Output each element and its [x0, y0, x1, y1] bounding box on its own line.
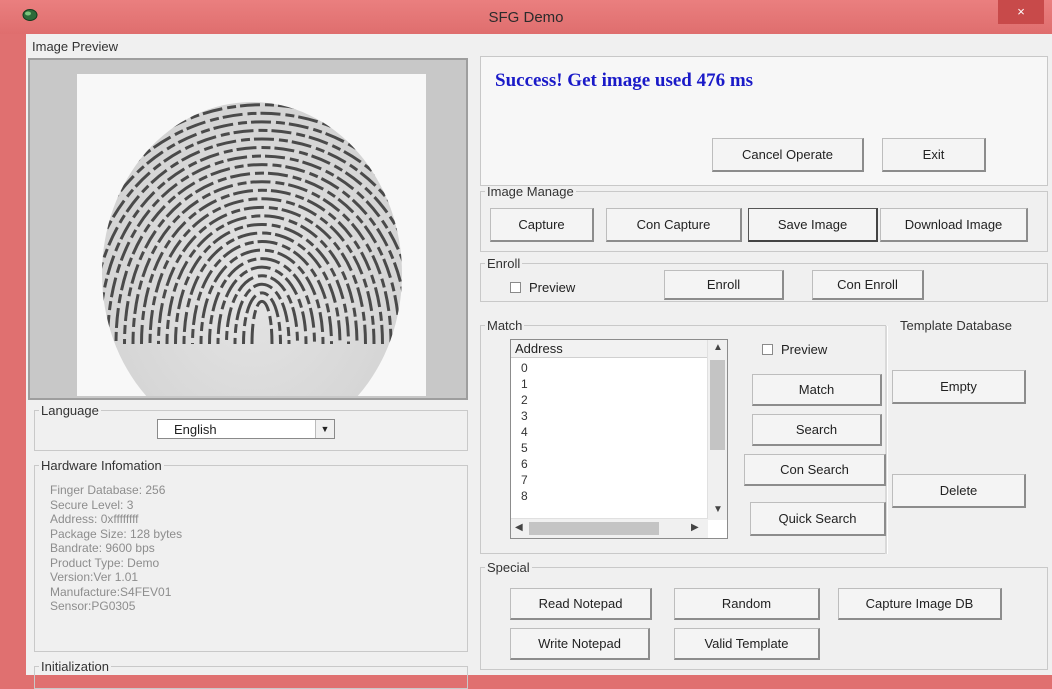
close-button[interactable]: × — [998, 0, 1044, 24]
list-item[interactable]: 5 — [521, 440, 701, 456]
list-item[interactable]: 7 — [521, 472, 701, 488]
enroll-preview-label: Preview — [529, 280, 576, 295]
template-database-group: Template Database — [886, 318, 1050, 554]
scroll-thumb[interactable] — [529, 522, 659, 535]
list-item[interactable]: 8 — [521, 488, 701, 504]
chevron-down-icon[interactable]: ▼ — [315, 420, 334, 438]
scroll-left-icon[interactable]: ◀ — [515, 522, 523, 533]
checkbox-box[interactable] — [510, 282, 521, 293]
cancel-operate-button[interactable]: Cancel Operate — [712, 138, 864, 172]
match-preview-checkbox[interactable]: Preview — [762, 342, 827, 357]
address-list-header[interactable]: Address — [511, 340, 708, 358]
write-notepad-button[interactable]: Write Notepad — [510, 628, 650, 660]
read-notepad-button[interactable]: Read Notepad — [510, 588, 652, 620]
scroll-down-icon[interactable]: ▼ — [713, 504, 723, 515]
empty-button[interactable]: Empty — [892, 370, 1026, 404]
language-select-value: English — [174, 422, 217, 437]
horizontal-scrollbar[interactable]: ◀ ▶ — [511, 518, 708, 538]
language-group-title: Language — [41, 403, 99, 418]
save-image-button[interactable]: Save Image — [748, 208, 878, 242]
hardware-info-line: Secure Level: 3 — [50, 497, 134, 512]
con-search-button[interactable]: Con Search — [744, 454, 886, 486]
address-list-items: 0 1 2 3 4 5 6 7 8 — [521, 360, 701, 516]
exit-button[interactable]: Exit — [882, 138, 986, 172]
hardware-info-line: Manufacture:S4FEV01 — [50, 584, 172, 599]
image-preview-label: Image Preview — [32, 39, 118, 54]
hardware-info-list: Finger Database: 256 Secure Level: 3 Add… — [50, 483, 182, 614]
con-capture-button[interactable]: Con Capture — [606, 208, 742, 242]
list-item[interactable]: 3 — [521, 408, 701, 424]
hardware-info-line: Sensor:PG0305 — [50, 599, 136, 613]
list-item[interactable]: 6 — [521, 456, 701, 472]
checkbox-box[interactable] — [762, 344, 773, 355]
list-item[interactable]: 2 — [521, 392, 701, 408]
quick-search-button[interactable]: Quick Search — [750, 502, 886, 536]
search-button[interactable]: Search — [752, 414, 882, 446]
fingerprint-image — [77, 74, 426, 446]
list-item[interactable]: 0 — [521, 360, 701, 376]
capture-image-db-button[interactable]: Capture Image DB — [838, 588, 1002, 620]
scroll-thumb[interactable] — [710, 360, 725, 450]
enroll-title: Enroll — [487, 256, 521, 271]
main-window: Image Preview Language English ▼ Hardwar… — [26, 34, 1052, 689]
title-bar: SFG Demo × — [0, 0, 1052, 34]
delete-button[interactable]: Delete — [892, 474, 1026, 508]
valid-template-button[interactable]: Valid Template — [674, 628, 820, 660]
vertical-scrollbar[interactable]: ▲ ▼ — [707, 340, 727, 520]
special-title: Special — [487, 560, 530, 575]
random-button[interactable]: Random — [674, 588, 820, 620]
scroll-right-icon[interactable]: ▶ — [691, 522, 699, 533]
language-select[interactable]: English ▼ — [157, 419, 335, 439]
match-preview-label: Preview — [781, 342, 828, 357]
image-manage-title: Image Manage — [487, 184, 574, 199]
image-preview-frame — [28, 58, 468, 446]
hardware-info-line: Package Size: 128 bytes — [50, 526, 183, 541]
window-title: SFG Demo — [488, 9, 564, 26]
initialization-group: Initialization — [34, 659, 468, 689]
status-message: Success! Get image used 476 ms — [495, 70, 754, 91]
capture-button[interactable]: Capture — [490, 208, 594, 242]
hardware-info-line: Address: 0xffffffff — [50, 512, 139, 526]
address-list[interactable]: Address 0 1 2 3 4 5 6 7 8 ▲ ▼ ◀ ▶ — [510, 339, 728, 539]
template-database-title: Template Database — [900, 318, 1013, 333]
match-button[interactable]: Match — [752, 374, 882, 406]
hardware-info-line: Finger Database: 256 — [50, 483, 166, 497]
initialization-title: Initialization — [41, 659, 109, 674]
scroll-up-icon[interactable]: ▲ — [713, 342, 723, 353]
download-image-button[interactable]: Download Image — [880, 208, 1028, 242]
hardware-info-line: Version:Ver 1.01 — [50, 570, 139, 584]
hardware-info-title: Hardware Infomation — [41, 458, 162, 473]
list-item[interactable]: 1 — [521, 376, 701, 392]
enroll-preview-checkbox[interactable]: Preview — [510, 280, 575, 295]
list-item[interactable]: 4 — [521, 424, 701, 440]
hardware-info-line: Bandrate: 9600 bps — [50, 541, 155, 555]
con-enroll-button[interactable]: Con Enroll — [812, 270, 924, 300]
enroll-button[interactable]: Enroll — [664, 270, 784, 300]
hardware-info-line: Product Type: Demo — [50, 555, 160, 570]
match-title: Match — [487, 318, 523, 333]
